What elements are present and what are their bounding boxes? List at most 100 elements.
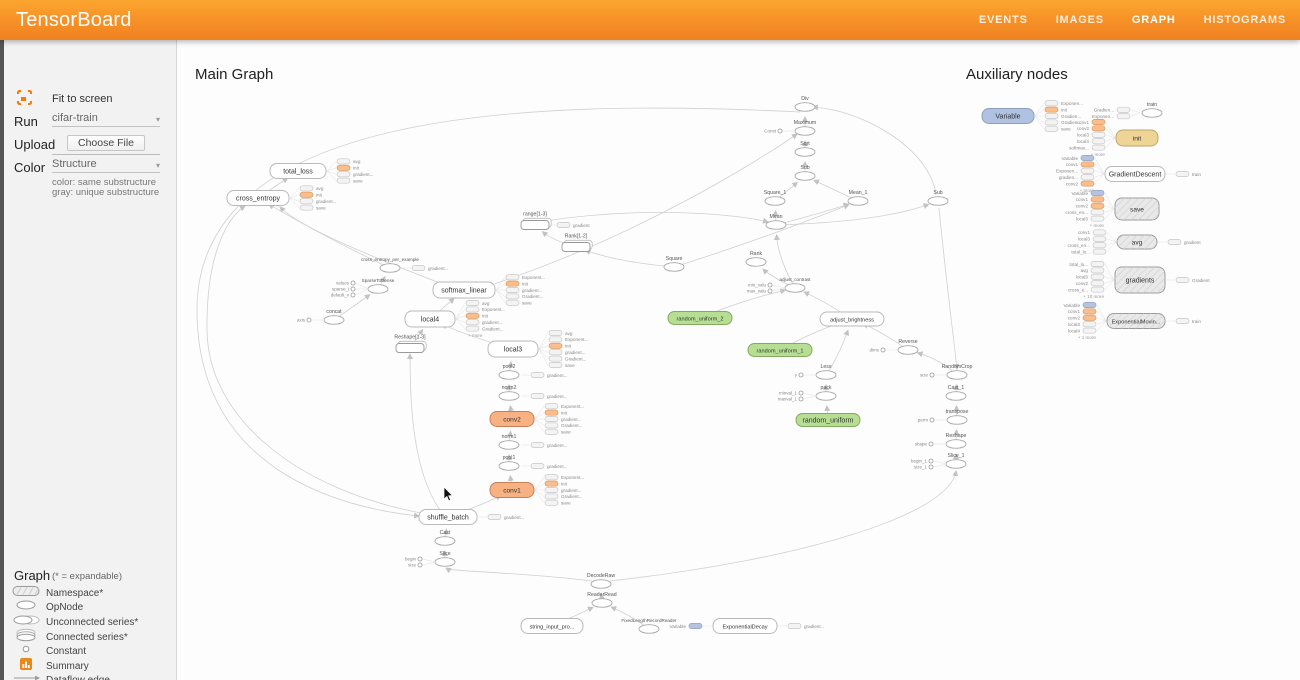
svg-text:Gradien...: Gradien...: [1094, 108, 1114, 113]
graph-node-norm2[interactable]: norm2gradient...: [499, 385, 567, 400]
svg-text:save: save: [565, 363, 575, 368]
graph-node-Slice[interactable]: Slicebeginsize: [405, 551, 455, 568]
graph-node-local3[interactable]: local3avgExponent...initgradient...Gradi…: [488, 330, 588, 367]
svg-text:total_lo...: total_lo...: [1069, 262, 1088, 267]
graph-node-range_series[interactable]: range[1-3]gradient: [521, 212, 590, 230]
graph-node-pack[interactable]: packminval_1maxval_1: [778, 385, 836, 402]
node-layer: total_lossavginitgradient...savecross_en…: [227, 96, 1210, 634]
graph-node-Mean[interactable]: Mean: [766, 214, 786, 229]
graph-node-adjust_brightness[interactable]: adjust_brightness: [820, 312, 884, 326]
svg-text:random_uniform_2: random_uniform_2: [677, 316, 724, 322]
graph-node-Less[interactable]: Lessy: [795, 364, 836, 379]
graph-edge: [813, 107, 936, 195]
graph-node-concat[interactable]: concataxis: [297, 309, 344, 324]
graph-node-aux_save[interactable]: saveVariableconv1conv2cross_en...local3+…: [1066, 190, 1159, 227]
graph-node-aux_avg[interactable]: avggradientconv1local3cross_en...total_l…: [1068, 230, 1202, 255]
svg-text:gradien...: gradien...: [1059, 175, 1078, 180]
svg-text:Exponent...: Exponent...: [561, 475, 584, 480]
graph-node-Rank_series[interactable]: Rank[1-2]: [562, 234, 592, 252]
legend-title: Graph: [14, 568, 50, 583]
nav-tab-graph[interactable]: GRAPH: [1132, 14, 1176, 26]
graph-node-aux_GradientDescent[interactable]: GradientDescenttrainVariableconv1Exponen…: [1056, 155, 1201, 192]
graph-node-Maximum[interactable]: MaximumConst: [764, 120, 816, 135]
nav-tab-events[interactable]: EVENTS: [979, 14, 1028, 26]
graph-node-aux_gradients[interactable]: gradientsGradienttotal_lo...avglocal3con…: [1068, 261, 1210, 298]
svg-text:total_lo...: total_lo...: [1071, 249, 1090, 254]
svg-text:+ more: + more: [468, 333, 483, 338]
svg-text:avg: avg: [482, 301, 490, 306]
graph-node-Cast[interactable]: Cast: [435, 530, 455, 545]
color-select-value: Structure: [52, 158, 97, 170]
run-select[interactable]: cifar-train ▾: [52, 112, 160, 127]
graph-node-random_uniform_2[interactable]: random_uniform_2: [668, 312, 732, 325]
graph-node-Slice_1[interactable]: Slice_1begin_1size_1: [911, 453, 966, 470]
svg-text:save: save: [316, 205, 326, 210]
graph-node-RandomCrop[interactable]: RandomCropsize: [920, 364, 973, 379]
nav-tab-histograms[interactable]: HISTOGRAMS: [1204, 14, 1286, 26]
svg-text:random_uniform: random_uniform: [803, 417, 854, 424]
graph-node-transpose[interactable]: transposeperm: [918, 409, 969, 424]
graph-node-conv2[interactable]: conv2Exponent...initgradient...Gradient.…: [490, 404, 584, 435]
legend-item-label: Dataflow edge: [46, 675, 110, 680]
graph-node-Square_1[interactable]: Square_1: [764, 190, 787, 205]
graph-node-aux_init[interactable]: initconv1conv2local3local4softmax...+ mo…: [1069, 119, 1158, 156]
svg-text:gradient: gradient: [1184, 240, 1201, 245]
svg-text:conv2: conv2: [503, 416, 521, 423]
graph-node-Square[interactable]: Square: [664, 256, 684, 271]
graph-node-adjust_contrast[interactable]: adjust_contrastmin_valumax_valu: [747, 277, 812, 294]
graph-node-string_input_pro[interactable]: string_input_pro...: [521, 619, 583, 634]
graph-legend: Namespace*OpNodeUnconnected series*Conne…: [10, 586, 172, 680]
graph-node-Div[interactable]: Div: [795, 96, 815, 111]
graph-node-aux_ema[interactable]: ExponentialMovin...trainVariableconv1con…: [1063, 302, 1201, 339]
graph-edge: [674, 205, 849, 267]
svg-text:gradient...: gradient...: [316, 199, 336, 204]
graph-node-ReaderRead[interactable]: ReaderRead: [587, 592, 617, 607]
graph-node-random_uniform[interactable]: random_uniform: [796, 414, 860, 427]
svg-text:Rank[1-2]: Rank[1-2]: [565, 234, 588, 240]
graph-node-ExponentialDecay[interactable]: ExponentialDecaygradient...Variable: [669, 619, 824, 634]
svg-text:ExponentialMovin...: ExponentialMovin...: [1112, 319, 1161, 325]
graph-node-Sub1[interactable]: Sub: [795, 165, 815, 180]
legend-icon-summary: [10, 657, 46, 671]
fit-to-screen-icon[interactable]: [16, 89, 33, 106]
svg-text:cross_en...: cross_en...: [1066, 210, 1088, 215]
graph-node-cep[interactable]: cross_entropy_per_examplegradient...: [361, 257, 448, 272]
graph-node-aux_train[interactable]: trainGradien...Exponen...: [1092, 102, 1162, 119]
graph-node-norm1[interactable]: norm1gradient...: [499, 434, 567, 449]
graph-node-local4[interactable]: local4avgExponent...initgradient...Gradi…: [405, 300, 505, 337]
graph-node-Reshape_series[interactable]: Reshape[1-3]: [394, 335, 426, 353]
graph-node-Reverse[interactable]: Reversedims: [869, 339, 918, 354]
graph-node-Cast_1[interactable]: Cast_1: [946, 385, 966, 400]
graph-node-Rank[interactable]: Rank: [746, 251, 766, 266]
svg-text:random_uniform_1: random_uniform_1: [757, 348, 804, 354]
nav-tab-images[interactable]: IMAGES: [1056, 14, 1104, 26]
legend-item-label: Constant: [46, 646, 86, 657]
legend-icon-constant: [10, 642, 46, 656]
graph-node-Mean_1[interactable]: Mean_1: [848, 190, 868, 205]
svg-text:local3: local3: [1076, 216, 1088, 221]
svg-text:gradient...: gradient...: [547, 443, 567, 448]
graph-node-conv1[interactable]: conv1Exponent...initgradient...Gradient.…: [490, 475, 584, 506]
fit-to-screen-label[interactable]: Fit to screen: [52, 93, 113, 105]
svg-text:avg: avg: [316, 186, 324, 191]
choose-file-button[interactable]: Choose File: [67, 135, 145, 151]
svg-text:default_v: default_v: [331, 293, 350, 298]
svg-text:local3: local3: [1077, 133, 1089, 138]
svg-text:Exponent...: Exponent...: [565, 337, 588, 342]
graph-node-random_uniform_1[interactable]: random_uniform_1: [748, 344, 812, 357]
graph-node-Reshape_op[interactable]: Reshapeshape: [915, 433, 967, 448]
sidebar-scrollbar[interactable]: [0, 40, 4, 680]
graph-node-Sub2[interactable]: Sub: [928, 190, 948, 205]
graph-node-pool1[interactable]: pool1gradient...: [499, 455, 567, 470]
graph-canvas[interactable]: total_lossavginitgradient...savecross_en…: [0, 0, 1300, 680]
color-select[interactable]: Structure ▾: [52, 158, 160, 173]
legend-item-label: Unconnected series*: [46, 617, 138, 628]
graph-node-aux_Variable[interactable]: VariableExponen...initGradien...Gradien.…: [982, 101, 1083, 132]
svg-text:Exponent...: Exponent...: [561, 404, 584, 409]
graph-node-shuffle_batch[interactable]: shuffle_batchgradient...: [419, 510, 524, 525]
svg-text:cross_e...: cross_e...: [1068, 287, 1088, 292]
graph-node-Sqrt[interactable]: Sqrt: [795, 141, 815, 156]
svg-text:Mean_1: Mean_1: [849, 190, 868, 196]
graph-node-SparseToDense[interactable]: SparseToDensevaluessparse_idefault_v: [331, 278, 395, 298]
svg-text:Variable: Variable: [1061, 156, 1078, 161]
